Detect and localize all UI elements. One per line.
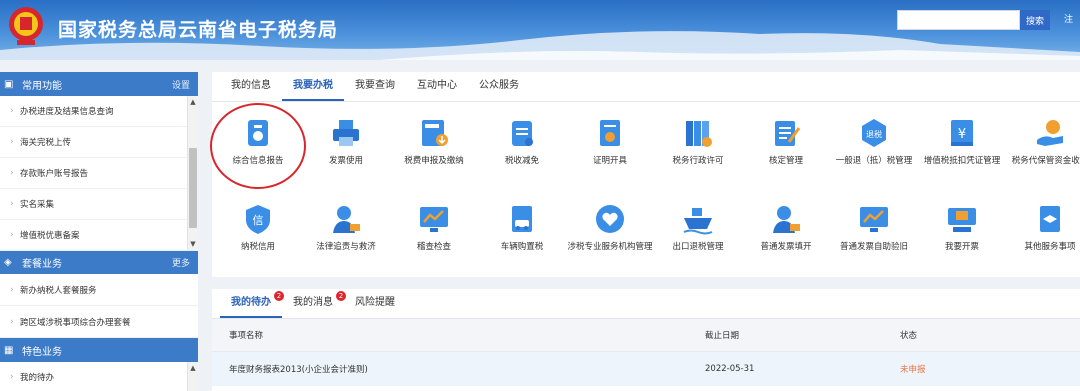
invoice-verify-icon (860, 207, 888, 232)
scroll-down-icon[interactable]: ▼ (188, 240, 198, 248)
section-title: 套餐业务 (22, 258, 62, 270)
todo-tabs: 我的待办 2 我的消息 2 风险提醒 (212, 289, 1080, 319)
binders-icon (686, 121, 712, 147)
common-functions-list: › 办税进度及结果信息查询 › 海关完税上传 › 存款账户账号报告 › 实名采集 › 增值… (0, 96, 198, 251)
svg-text:信: 信 (253, 214, 264, 227)
status-badge: 未申报 (900, 365, 926, 375)
feature-list: › 我的待办 ▲ (0, 362, 198, 391)
tab-my-info[interactable]: 我的信息 (220, 71, 282, 101)
service-admin-permit[interactable]: 税务行政许可 (654, 116, 742, 167)
sidebar-scrollbar-2[interactable]: ▲ (187, 362, 198, 391)
service-credit[interactable]: 信 纳税信用 (214, 202, 302, 253)
tax-declare-icon (422, 120, 448, 146)
package-list: › 新办纳税人套餐服务 › 跨区域涉税事项综合办理套餐 (0, 274, 198, 338)
printer-icon (333, 120, 359, 146)
vehicle-tax-icon (512, 206, 532, 232)
header-register-link[interactable]: 注 (1064, 12, 1073, 25)
sidebar-item[interactable]: › 海关完税上传 (0, 127, 198, 158)
tab-query[interactable]: 我要查询 (344, 71, 406, 101)
sidebar-item[interactable]: › 存款账户账号报告 (0, 158, 198, 189)
tab-public-service[interactable]: 公众服务 (468, 71, 530, 101)
column-header: 状态 (900, 331, 918, 341)
scroll-up-icon[interactable]: ▲ (188, 98, 198, 106)
approval-icon (775, 121, 801, 146)
fund-custody-icon (1037, 120, 1063, 146)
column-header: 事项名称 (229, 331, 264, 341)
sidebar-item[interactable]: › 我的待办 (0, 362, 198, 391)
service-tax-relief[interactable]: 税收减免 (478, 116, 566, 167)
sidebar-item[interactable]: › 跨区域涉税事项综合办理套餐 (0, 306, 198, 338)
tab-my-todo[interactable]: 我的待办 2 (220, 288, 284, 318)
sidebar-scrollbar[interactable]: ▲ ▼ (187, 96, 198, 250)
vat-voucher-icon: ¥ (951, 120, 973, 146)
service-fund-custody[interactable]: 税务代保管资金收取 (1006, 116, 1080, 167)
svg-text:¥: ¥ (958, 127, 966, 142)
tab-risk-alert[interactable]: 风险提醒 (344, 288, 406, 318)
sidebar-item[interactable]: › 实名采集 (0, 189, 198, 220)
home-icon: ▣ (4, 78, 14, 90)
sidebar-section-package: ◈ 套餐业务 更多 (0, 250, 198, 274)
scroll-up-icon[interactable]: ▲ (188, 364, 198, 372)
issue-invoice-icon (948, 208, 976, 232)
export-ship-icon (683, 208, 713, 235)
table-row[interactable]: 年度财务报表2013(小企业会计准则) 2022-05-31 未申报 (212, 352, 1080, 386)
tab-my-messages[interactable]: 我的消息 2 (282, 288, 346, 318)
tax-relief-icon (512, 121, 533, 146)
settings-link[interactable]: 设置 (172, 78, 190, 91)
section-title: 特色业务 (22, 346, 62, 358)
service-approval[interactable]: 核定管理 (742, 116, 830, 167)
service-legal[interactable]: 法律追责与救济 (302, 202, 390, 253)
service-certificate[interactable]: 证明开具 (566, 116, 654, 167)
tax-emblem-logo (9, 7, 43, 45)
tab-interaction[interactable]: 互动中心 (406, 71, 468, 101)
certificate-icon (600, 120, 620, 146)
more-link[interactable]: 更多 (172, 256, 190, 269)
sidebar-section-feature: ▦ 特色业务 (0, 338, 198, 362)
sidebar: ▣ 常用功能 设置 › 办税进度及结果信息查询 › 海关完税上传 › 存款账户账号报告… (0, 72, 198, 391)
site-title: 国家税务总局云南省电子税务局 (58, 19, 339, 41)
section-title: 常用功能 (22, 80, 62, 92)
refund-icon: 退税 (862, 119, 886, 147)
inspection-icon (420, 207, 448, 232)
invoice-issue-icon (773, 206, 800, 233)
search-input[interactable] (897, 10, 1020, 30)
item-deadline: 2022-05-31 (705, 364, 755, 374)
services-panel: 我的信息 我要办税 我要查询 互动中心 公众服务 综合信息报告 发票使用 税费申… (212, 72, 1080, 277)
service-issue-invoice[interactable]: 我要开票 (918, 202, 1006, 253)
service-vat-voucher[interactable]: ¥ 增值税抵扣凭证管理 (918, 116, 1006, 167)
svg-text:退税: 退税 (866, 129, 882, 139)
service-vehicle-tax[interactable]: 车辆购置税 (478, 202, 566, 253)
site-header: 国家税务总局云南省电子税务局 搜索 注 (0, 0, 1080, 60)
service-invoice-verify[interactable]: 普通发票自助验旧 (830, 202, 918, 253)
service-tax-declare[interactable]: 税费申报及缴纳 (390, 116, 478, 167)
service-invoice-use[interactable]: 发票使用 (302, 116, 390, 167)
item-name[interactable]: 年度财务报表2013(小企业会计准则) (212, 363, 705, 375)
highlight-circle (210, 103, 306, 189)
grid-icon: ▦ (4, 344, 14, 356)
sidebar-item[interactable]: › 增值税优惠备案 (0, 220, 198, 251)
sidebar-item[interactable]: › 办税进度及结果信息查询 (0, 96, 198, 127)
service-invoice-issue[interactable]: 普通发票填开 (742, 202, 830, 253)
service-inspection[interactable]: 稽查检查 (390, 202, 478, 253)
main-tabs: 我的信息 我要办税 我要查询 互动中心 公众服务 (212, 72, 1080, 102)
service-refund[interactable]: 退税 一般退（抵）税管理 (830, 116, 918, 167)
search-button[interactable]: 搜索 (1020, 10, 1050, 30)
column-header: 截止日期 (705, 331, 740, 341)
credit-icon: 信 (246, 205, 270, 234)
todo-table-header: 事项名称 截止日期 状态 (212, 319, 1080, 352)
service-agency[interactable]: 涉税专业服务机构管理 (566, 202, 654, 253)
todo-panel: 我的待办 2 我的消息 2 风险提醒 事项名称 截止日期 状态 年度财务报表2013… (212, 289, 1080, 391)
sidebar-section-common: ▣ 常用功能 设置 (0, 72, 198, 96)
service-other[interactable]: 其他服务事项 (1006, 202, 1080, 253)
agency-icon (596, 205, 624, 233)
sidebar-item[interactable]: › 新办纳税人套餐服务 (0, 274, 198, 306)
layers-icon: ◈ (4, 256, 12, 268)
tab-tax-handling[interactable]: 我要办税 (282, 71, 344, 101)
scroll-thumb[interactable] (189, 148, 197, 228)
other-services-icon (1040, 206, 1060, 232)
service-export-refund[interactable]: 出口退税管理 (654, 202, 742, 253)
legal-icon (333, 206, 360, 233)
